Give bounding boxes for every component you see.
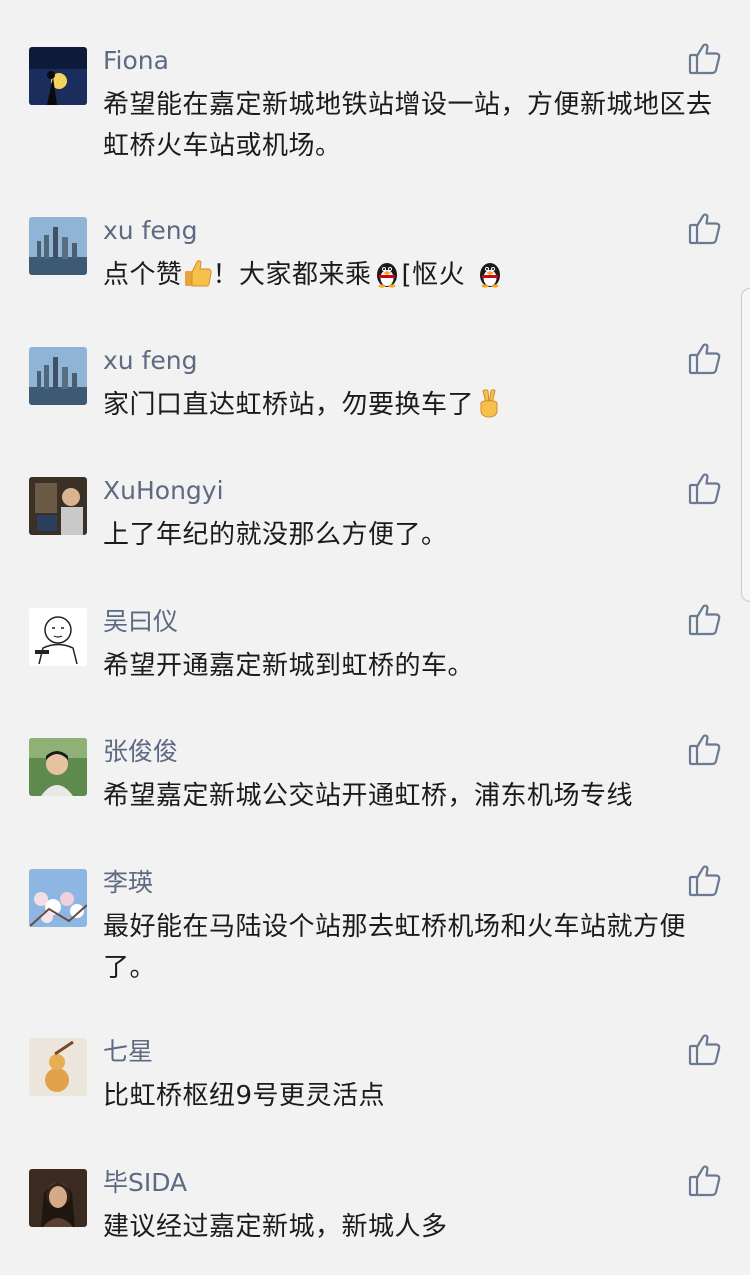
like-icon[interactable] bbox=[688, 602, 722, 636]
comment-text: 比虹桥枢纽9号更灵活点 bbox=[103, 1081, 386, 1111]
penguin-emoji-icon bbox=[372, 258, 402, 288]
avatar[interactable] bbox=[29, 477, 87, 535]
commenter-name[interactable]: 毕SIDA bbox=[103, 1167, 187, 1199]
commenter-name[interactable]: 七星 bbox=[103, 1036, 153, 1068]
commenter-name[interactable]: xu feng bbox=[103, 215, 197, 247]
screen-edge-handle[interactable] bbox=[741, 288, 750, 602]
like-icon[interactable] bbox=[688, 1163, 722, 1197]
commenter-name[interactable]: Fiona bbox=[103, 45, 169, 77]
avatar[interactable] bbox=[29, 869, 87, 927]
comment-text: 点个赞 ！大家都来乘 [怄火 bbox=[103, 255, 713, 296]
avatar[interactable] bbox=[29, 738, 87, 796]
comment-text: 希望嘉定新城公交站开通虹桥，浦东机场专线 bbox=[103, 781, 634, 811]
comment-text: 希望开通嘉定新城到虹桥的车。 bbox=[103, 651, 475, 681]
avatar[interactable] bbox=[29, 608, 87, 666]
comment-text: 家门口直达虹桥站，勿要换车了 bbox=[103, 385, 713, 426]
victory-hand-emoji-icon bbox=[474, 388, 504, 418]
thumbs-up-emoji-icon bbox=[183, 258, 213, 288]
avatar[interactable] bbox=[29, 217, 87, 275]
like-icon[interactable] bbox=[688, 341, 722, 375]
like-icon[interactable] bbox=[688, 211, 722, 245]
comment-text: 上了年纪的就没那么方便了。 bbox=[103, 520, 448, 550]
commenter-name[interactable]: xu feng bbox=[103, 345, 197, 377]
comment-text-part: [怄火 bbox=[401, 260, 466, 290]
comment-text-part: 家门口直达虹桥站，勿要换车了 bbox=[103, 390, 475, 420]
like-icon[interactable] bbox=[688, 1032, 722, 1066]
like-icon[interactable] bbox=[688, 41, 722, 75]
commenter-name[interactable]: XuHongyi bbox=[103, 475, 224, 507]
avatar[interactable] bbox=[29, 347, 87, 405]
commenter-name[interactable]: 李瑛 bbox=[103, 867, 153, 899]
comment-text: 建议经过嘉定新城，新城人多 bbox=[103, 1212, 448, 1242]
comment-text-part: ！大家都来乘 bbox=[212, 260, 372, 290]
comment-text: 希望能在嘉定新城地铁站增设一站，方便新城地区去虹桥火车站或机场。 bbox=[103, 90, 713, 161]
avatar[interactable] bbox=[29, 1169, 87, 1227]
comment-text-part: 点个赞 bbox=[103, 260, 183, 290]
avatar[interactable] bbox=[29, 1038, 87, 1096]
penguin-emoji-icon bbox=[475, 258, 505, 288]
commenter-name[interactable]: 吴曰仪 bbox=[103, 606, 178, 638]
avatar[interactable] bbox=[29, 47, 87, 105]
like-icon[interactable] bbox=[688, 863, 722, 897]
commenter-name[interactable]: 张俊俊 bbox=[103, 736, 178, 768]
like-icon[interactable] bbox=[688, 471, 722, 505]
comment-text: 最好能在马陆设个站那去虹桥机场和火车站就方便了。 bbox=[103, 912, 687, 983]
like-icon[interactable] bbox=[688, 732, 722, 766]
